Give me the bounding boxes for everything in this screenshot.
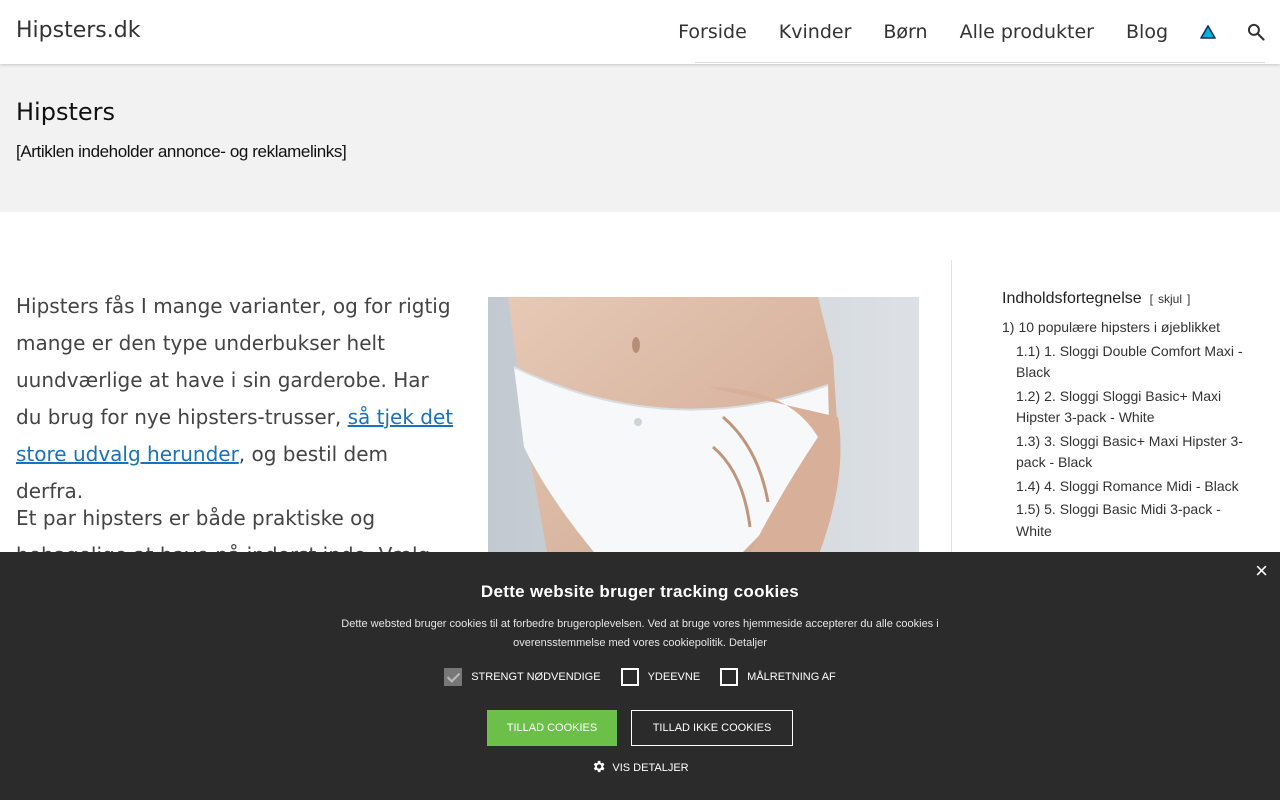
toc-toggle-label[interactable]: skjul xyxy=(1153,292,1187,306)
warning-triangle-icon[interactable] xyxy=(1184,0,1232,64)
cookie-option-label: YDEEVNE xyxy=(647,671,701,683)
toc-list: 1) 10 populære hipsters i øjeblikket 1.1)… xyxy=(1002,317,1252,542)
table-of-contents: Indholdsfortegnelse [skjul] 1) 10 populær… xyxy=(1002,290,1252,544)
cookie-buttons: TILLAD COOKIES TILLAD IKKE COOKIES xyxy=(0,710,1280,746)
cookie-title: Dette website bruger tracking cookies xyxy=(480,582,800,601)
nav-divider xyxy=(695,62,1265,63)
toc-item-number: 1.4) xyxy=(1016,477,1041,494)
article-image xyxy=(488,297,919,557)
toc-item[interactable]: 1.1) 1. Sloggi Double Comfort Maxi - Blac… xyxy=(1002,341,1252,384)
page-hero: Hipsters [Artiklen indeholder annonce- o… xyxy=(0,64,1280,212)
search-icon[interactable] xyxy=(1232,0,1280,64)
main-nav: Forside Kvinder Børn Alle produkter Blog xyxy=(662,0,1280,64)
toc-item[interactable]: 1.3) 3. Sloggi Basic+ Maxi Hipster 3-pack… xyxy=(1002,431,1252,474)
toc-item-label[interactable]: 1. Sloggi Double Comfort Maxi - Black xyxy=(1016,343,1243,381)
advert-disclaimer: [Artiklen indeholder annonce- og reklame… xyxy=(16,142,347,161)
cookie-option-label: STRENGT NØDVENDIGE xyxy=(471,671,601,683)
toc-item-number: 1.3) xyxy=(1016,432,1041,449)
toc-item-label[interactable]: 3. Sloggi Basic+ Maxi Hipster 3-pack - B… xyxy=(1016,433,1243,471)
toc-item-label[interactable]: 2. Sloggi Sloggi Basic+ Maxi Hipster 3-p… xyxy=(1016,388,1221,426)
toc-item-number: 1.5) xyxy=(1016,501,1041,517)
nav-item-kvinder[interactable]: Kvinder xyxy=(763,0,868,64)
toc-item[interactable]: 1.5) 5. Sloggi Basic Midi 3-pack - White xyxy=(1002,499,1252,542)
deny-cookies-button[interactable]: TILLAD IKKE COOKIES xyxy=(631,710,793,746)
toc-item[interactable]: 1.2) 2. Sloggi Sloggi Basic+ Maxi Hipster… xyxy=(1002,386,1252,429)
cookie-banner: × Dette website bruger tracking cookies … xyxy=(0,552,1280,800)
cookie-option-necessary[interactable]: STRENGT NØDVENDIGE xyxy=(444,668,601,686)
cookie-option-performance[interactable]: YDEEVNE xyxy=(620,668,701,686)
nav-item-forside[interactable]: Forside xyxy=(662,0,763,64)
show-details-label[interactable]: VIS DETALJER xyxy=(612,762,688,774)
nav-item-alle-produkter[interactable]: Alle produkter xyxy=(944,0,1110,64)
toc-toggle[interactable]: [skjul] xyxy=(1150,292,1191,306)
toc-item-label[interactable]: 4. Sloggi Romance Midi - Black xyxy=(1044,478,1239,494)
toc-item[interactable]: 1) 10 populære hipsters i øjeblikket xyxy=(1002,317,1252,339)
toc-title: Indholdsfortegnelse xyxy=(1002,290,1142,307)
allow-cookies-button[interactable]: TILLAD COOKIES xyxy=(487,710,617,746)
sidebar-divider xyxy=(951,260,952,560)
toc-item-label[interactable]: 5. Sloggi Basic Midi 3-pack - White xyxy=(1016,501,1221,539)
cookie-options: STRENGT NØDVENDIGE YDEEVNE MÅLRETNING AF xyxy=(0,668,1280,686)
gear-icon xyxy=(591,759,606,777)
cookie-option-label: MÅLRETNING AF xyxy=(747,671,836,683)
necessary-checkbox[interactable] xyxy=(444,668,463,686)
cookie-details-link[interactable]: Detaljer xyxy=(729,637,767,649)
nav-item-born[interactable]: Børn xyxy=(867,0,943,64)
targeting-checkbox[interactable] xyxy=(720,668,739,686)
toc-header: Indholdsfortegnelse [skjul] xyxy=(1002,290,1252,308)
toc-item-number: 1) xyxy=(1002,319,1015,335)
site-header: Hipsters.dk Forside Kvinder Børn Alle pr… xyxy=(0,0,1280,64)
nav-item-blog[interactable]: Blog xyxy=(1110,0,1184,64)
cookie-description-text: Dette websted bruger cookies til at forb… xyxy=(341,618,939,649)
performance-checkbox[interactable] xyxy=(620,668,639,686)
intro-paragraph: Hipsters fås I mange varianter, og for r… xyxy=(16,288,456,510)
close-icon[interactable]: × xyxy=(1255,558,1268,584)
site-logo[interactable]: Hipsters.dk xyxy=(16,18,140,43)
cookie-description: Dette websted bruger cookies til at forb… xyxy=(340,615,940,653)
cookie-option-targeting[interactable]: MÅLRETNING AF xyxy=(720,668,836,686)
page-title: Hipsters xyxy=(16,98,115,126)
toc-item-number: 1.2) xyxy=(1016,387,1041,404)
toc-item-number: 1.1) xyxy=(1016,342,1041,359)
show-details-toggle[interactable]: VIS DETALJER xyxy=(0,759,1280,777)
toc-item-label[interactable]: 10 populære hipsters i øjeblikket xyxy=(1018,319,1220,335)
toc-item[interactable]: 1.4) 4. Sloggi Romance Midi - Black xyxy=(1002,476,1252,498)
